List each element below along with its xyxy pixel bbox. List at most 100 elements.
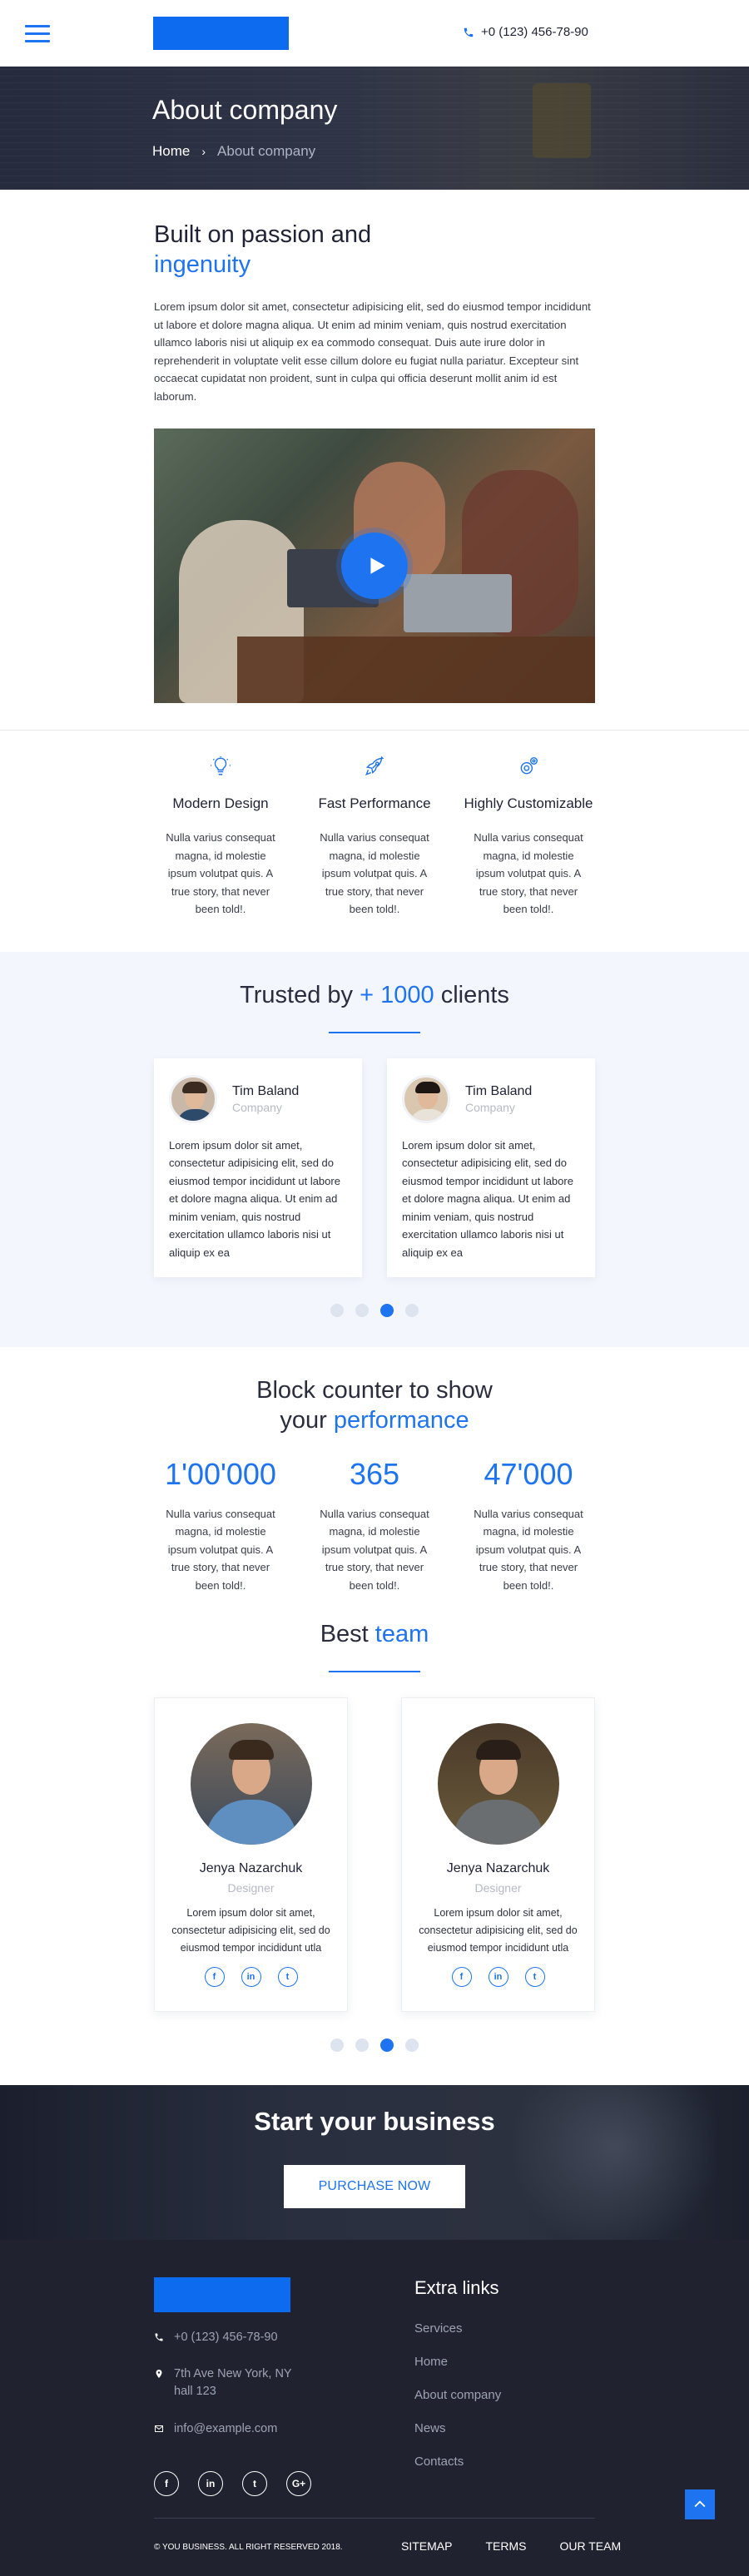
team-socials: f in t: [155, 1967, 347, 1987]
feature-item: Fast Performance Nulla varius consequat …: [308, 755, 441, 919]
feature-item: Highly Customizable Nulla varius consequ…: [462, 755, 595, 919]
footer-phone[interactable]: +0 (123) 456-78-90: [154, 2329, 278, 2346]
envelope-icon: [155, 2425, 163, 2432]
pagination-dot[interactable]: [330, 1303, 344, 1317]
footer-link-about[interactable]: About company: [414, 2388, 501, 2402]
team-title-before: Best: [320, 1621, 369, 1647]
lightbulb-icon: [211, 756, 231, 775]
pagination-dot[interactable]: [405, 2039, 419, 2052]
breadcrumb-home-link[interactable]: Home: [152, 143, 190, 160]
feature-title: Fast Performance: [318, 795, 431, 811]
team-member-text: Lorem ipsum dolor sit amet, consectetur …: [419, 1907, 578, 1954]
team-photo: [190, 1723, 312, 1845]
cta-section: Start your business PURCHASE NOW: [0, 2085, 749, 2240]
linkedin-icon[interactable]: in: [488, 1967, 508, 1987]
testimonials-title-after: clients: [440, 981, 509, 1008]
facebook-icon[interactable]: f: [204, 1967, 225, 1987]
avatar: [169, 1074, 217, 1123]
testimonials-section: Trusted by + 1000 clients Tim Baland Com…: [0, 951, 749, 1347]
video-table: [237, 637, 595, 703]
pagination-dot[interactable]: [405, 1303, 419, 1317]
video-thumbnail[interactable]: [154, 429, 595, 703]
play-button[interactable]: [341, 533, 408, 599]
facebook-icon[interactable]: f: [451, 1967, 472, 1987]
team-section: Best team Jenya Nazarchuk Designer Lorem…: [154, 1594, 595, 2085]
twitter-icon[interactable]: t: [524, 1967, 545, 1987]
footer-email[interactable]: info@example.com: [154, 2420, 277, 2438]
menu-icon[interactable]: [25, 25, 50, 42]
linkedin-icon[interactable]: in: [241, 1967, 261, 1987]
pagination-dot[interactable]: [355, 2039, 369, 2052]
testimonials-title-before: Trusted by: [240, 981, 354, 1008]
page-hero: About company Home › About company: [0, 67, 749, 190]
google-plus-icon[interactable]: G+: [286, 2471, 311, 2496]
pagination-dot-active[interactable]: [380, 2039, 394, 2052]
pagination-dot[interactable]: [355, 1303, 369, 1317]
counter-title-line1: Block counter to show: [256, 1376, 493, 1404]
chevron-up-icon: [694, 2500, 706, 2508]
footer-divider: [154, 2518, 595, 2519]
testimonial-card: Tim Baland Company Lorem ipsum dolor sit…: [387, 1058, 595, 1277]
facebook-icon[interactable]: f: [154, 2471, 179, 2496]
scroll-to-top-button[interactable]: [685, 2489, 715, 2519]
testimonial-company: Company: [232, 1100, 282, 1114]
testimonial-text: Lorem ipsum dolor sit amet, consectetur …: [402, 1138, 573, 1259]
footer-phone-text: +0 (123) 456-78-90: [174, 2331, 278, 2344]
copyright: © YOU BUSINESS. ALL RIGHT RESERVED 2018.: [154, 2543, 343, 2552]
counter-item: 1'00'000 Nulla varius consequat magna, i…: [154, 1457, 287, 1595]
rocket-icon: [365, 755, 384, 776]
intro-title-highlight: ingenuity: [154, 251, 251, 278]
testimonial-company: Company: [465, 1100, 515, 1114]
breadcrumb-current: About company: [217, 143, 316, 159]
counter-list: 1'00'000 Nulla varius consequat magna, i…: [154, 1457, 595, 1595]
pagination-dot[interactable]: [330, 2039, 344, 2052]
testimonial-text: Lorem ipsum dolor sit amet, consectetur …: [169, 1138, 340, 1259]
phone-icon: [155, 2333, 163, 2341]
counter-title: Block counter to show your performance: [154, 1375, 595, 1435]
video-laptop-right: [404, 574, 512, 632]
footer-link-home[interactable]: Home: [414, 2355, 501, 2369]
site-header: +0 (123) 456-78-90: [0, 0, 749, 67]
feature-title: Modern Design: [172, 795, 269, 811]
header-phone[interactable]: +0 (123) 456-78-90: [463, 25, 588, 39]
footer-bottom-nav: SITEMAP TERMS OUR TEAM: [401, 2539, 621, 2553]
avatar: [402, 1074, 450, 1123]
extra-links-list: Services Home About company News Contact…: [414, 2321, 501, 2488]
counter-value: 1'00'000: [165, 1456, 276, 1491]
intro-title: Built on passion and ingenuity: [154, 220, 595, 280]
team-member-name: Jenya Nazarchuk: [446, 1861, 550, 1875]
hero-background-decoration: [533, 83, 591, 158]
footer-link-contacts[interactable]: Contacts: [414, 2455, 501, 2469]
twitter-icon[interactable]: t: [277, 1967, 298, 1987]
footer-link-news[interactable]: News: [414, 2421, 501, 2435]
purchase-button[interactable]: PURCHASE NOW: [284, 2165, 465, 2208]
testimonials-carousel: Tim Baland Company Lorem ipsum dolor sit…: [154, 1058, 595, 1277]
footer-link-sitemap[interactable]: SITEMAP: [401, 2539, 452, 2553]
team-member-role: Designer: [474, 1881, 522, 1895]
pagination-dot-active[interactable]: [380, 1303, 394, 1317]
chevron-right-icon: ›: [201, 145, 206, 158]
team-card: Jenya Nazarchuk Designer Lorem ipsum dol…: [154, 1697, 348, 2012]
feature-text: Nulla varius consequat magna, id molesti…: [474, 831, 583, 915]
team-member-role: Designer: [227, 1881, 275, 1895]
gears-icon: [520, 757, 538, 775]
footer-link-our-team[interactable]: OUR TEAM: [559, 2539, 621, 2553]
footer-link-terms[interactable]: TERMS: [485, 2539, 526, 2553]
counter-item: 365 Nulla varius consequat magna, id mol…: [308, 1457, 441, 1595]
footer-logo[interactable]: [154, 2277, 290, 2312]
counter-section: Block counter to show your performance 1…: [154, 1347, 595, 1595]
site-logo[interactable]: [153, 17, 289, 50]
team-member-name: Jenya Nazarchuk: [199, 1861, 303, 1875]
linkedin-icon[interactable]: in: [198, 2471, 223, 2496]
testimonial-name: Tim Baland: [465, 1083, 533, 1098]
twitter-icon[interactable]: t: [242, 2471, 267, 2496]
title-underline: [329, 1031, 420, 1033]
counter-title-highlight: performance: [333, 1406, 469, 1434]
testimonial-name: Tim Baland: [232, 1083, 300, 1098]
team-title-highlight: team: [374, 1621, 429, 1647]
counter-item: 47'000 Nulla varius consequat magna, id …: [462, 1457, 595, 1595]
feature-text: Nulla varius consequat magna, id molesti…: [166, 831, 275, 915]
footer-link-services[interactable]: Services: [414, 2321, 501, 2336]
site-footer: +0 (123) 456-78-90 7th Ave New York, NY …: [0, 2240, 749, 2576]
location-pin-icon: [156, 2370, 162, 2378]
